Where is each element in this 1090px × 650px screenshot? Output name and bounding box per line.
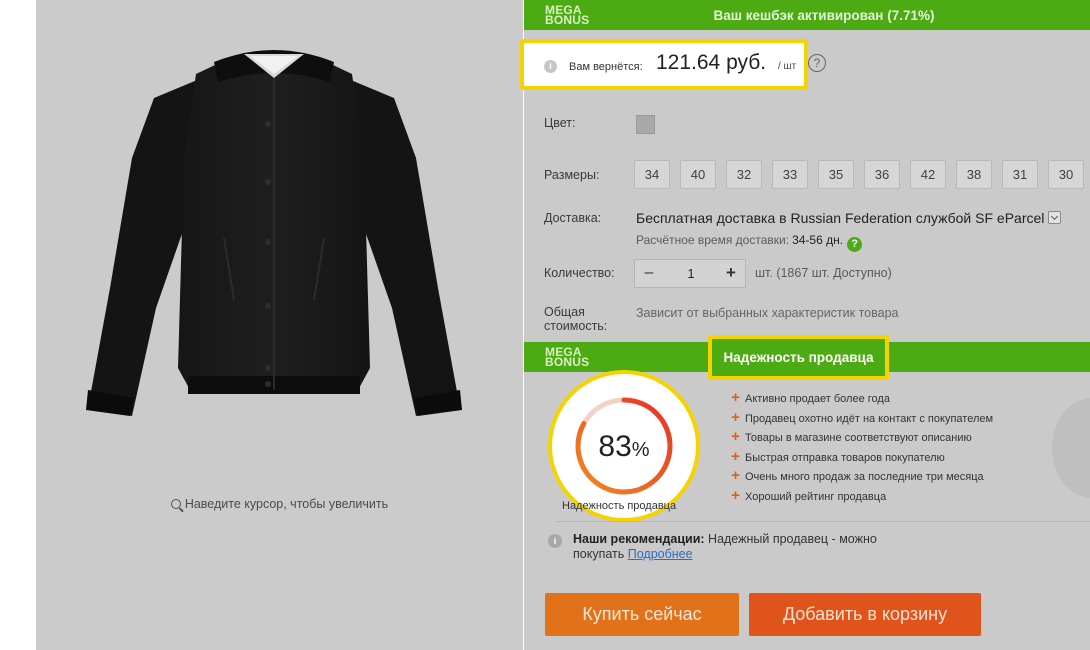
seller-benefit-text: Хороший рейтинг продавца	[745, 490, 887, 503]
quantity-available: шт. (1867 шт. Доступно)	[755, 266, 892, 280]
color-swatch[interactable]	[636, 115, 655, 134]
plus-icon: +	[731, 428, 740, 446]
size-option[interactable]: 34	[634, 160, 670, 189]
seller-benefit-text: Быстрая отправка товаров покупателю	[745, 451, 945, 464]
size-option[interactable]: 40	[680, 160, 716, 189]
magnifier-icon	[170, 499, 181, 509]
zoom-hint: Наведите курсор, чтобы увеличить	[36, 497, 523, 511]
seller-benefit-item: + Продавец охотно идёт на контакт с покуп…	[730, 408, 993, 428]
plus-icon: +	[731, 486, 740, 504]
question-mark-icon[interactable]: ?	[808, 54, 826, 72]
plus-icon: +	[731, 447, 740, 465]
total-cost-label: Общая стоимость:	[544, 305, 624, 333]
chevron-down-icon[interactable]	[1048, 211, 1062, 224]
cashback-return-box: i Вам вернётся: 121.64 руб. / шт	[520, 39, 808, 90]
size-option[interactable]: 30	[1048, 160, 1084, 189]
total-cost-note: Зависит от выбранных характеристик товар…	[636, 306, 899, 320]
delivery-option[interactable]: Бесплатная доставка в Russian Federation…	[636, 210, 1062, 226]
seller-score-percent: %	[631, 439, 650, 461]
size-option[interactable]: 42	[910, 160, 946, 189]
delivery-time: Расчётное время доставки: 34-56 дн.?	[636, 233, 863, 252]
seller-benefit-item: + Активно продает более года	[730, 388, 993, 408]
megabonus-cashback-bar: MEGA BONUS Ваш кешбэк активирован (7.71%…	[524, 0, 1090, 30]
buy-now-button[interactable]: Купить сейчас	[545, 593, 739, 636]
seller-benefit-text: Продавец охотно идёт на контакт с покупа…	[745, 412, 994, 425]
color-label: Цвет:	[544, 116, 576, 130]
quantity-stepper: – 1 +	[634, 259, 746, 288]
megabonus-logo: MEGA BONUS	[545, 346, 590, 369]
seller-benefit-item: + Товары в магазине соответствуют описани…	[730, 427, 993, 447]
size-options: 34 40 32 33 35 36 42 38 31 30	[634, 160, 1090, 190]
seller-benefit-text: Товары в магазине соответствуют описанию	[745, 432, 972, 445]
plus-icon: +	[731, 408, 740, 426]
quantity-plus-button[interactable]: +	[717, 260, 745, 287]
cashback-return-unit: / шт	[778, 61, 797, 72]
product-image-panel[interactable]: Наведите курсор, чтобы увеличить	[36, 0, 523, 650]
quantity-minus-button[interactable]: –	[635, 260, 663, 287]
plus-icon: +	[731, 389, 740, 406]
recommendation-label: Наши рекомендации:	[573, 532, 705, 546]
size-option[interactable]: 36	[864, 160, 900, 189]
seller-score-number: 83	[598, 430, 632, 463]
product-page: Наведите курсор, чтобы увеличить MEGA BO…	[0, 0, 1090, 650]
size-option[interactable]: 31	[1002, 160, 1038, 189]
total-label-line1: Общая	[544, 305, 585, 319]
size-option[interactable]: 38	[956, 160, 992, 189]
cashback-return-label: Вам вернётся:	[569, 61, 643, 73]
quantity-input[interactable]: 1	[663, 260, 719, 287]
total-label-line2: стоимость:	[544, 319, 608, 333]
help-icon[interactable]: ?	[847, 237, 863, 252]
delivery-time-label: Расчётное время доставки:	[636, 233, 790, 247]
megabonus-logo-line2: BONUS	[545, 355, 590, 369]
quantity-label: Количество:	[544, 266, 615, 280]
plus-icon: +	[731, 467, 740, 485]
size-option[interactable]: 35	[818, 160, 854, 189]
seller-benefit-item: + Хороший рейтинг продавца	[730, 486, 993, 506]
add-to-cart-button[interactable]: Добавить в корзину	[749, 593, 981, 636]
seller-benefit-text: Очень много продаж за последние три меся…	[745, 471, 984, 484]
delivery-label: Доставка:	[544, 211, 602, 225]
seller-benefit-item: + Быстрая отправка товаров покупателю	[730, 447, 993, 467]
zoom-hint-text: Наведите курсор, чтобы увеличить	[184, 497, 389, 511]
info-icon: i	[548, 534, 562, 548]
size-option[interactable]: 33	[772, 160, 808, 189]
jacket-illustration	[86, 50, 462, 416]
seller-benefit-item: + Очень много продаж за последние три мес…	[730, 466, 993, 486]
cashback-return-value: 121.64 руб.	[656, 51, 767, 74]
size-option[interactable]: 32	[726, 160, 762, 189]
info-icon[interactable]: i	[544, 60, 557, 73]
delivery-text: Бесплатная доставка в Russian Federation…	[636, 210, 1045, 226]
seller-benefit-text: Активно продает более года	[745, 393, 890, 405]
recommendation: Наши рекомендации: Надежный продавец - м…	[573, 532, 913, 562]
sizes-label: Размеры:	[544, 168, 600, 182]
seller-benefits-list: + Активно продает более года + Продавец охо…	[730, 388, 993, 506]
seller-score-caption: Надежность продавца	[562, 500, 677, 512]
delivery-time-value: 34-56 дн.	[792, 233, 844, 247]
recommendation-link[interactable]: Подробнее	[628, 547, 693, 561]
seller-score-value: 83%	[552, 430, 696, 464]
divider	[556, 521, 1090, 522]
jacket-image[interactable]	[84, 38, 464, 428]
cashback-title: Ваш кешбэк активирован (7.71%)	[713, 8, 935, 23]
seller-reliability-title: Надежность продавца	[708, 335, 889, 380]
